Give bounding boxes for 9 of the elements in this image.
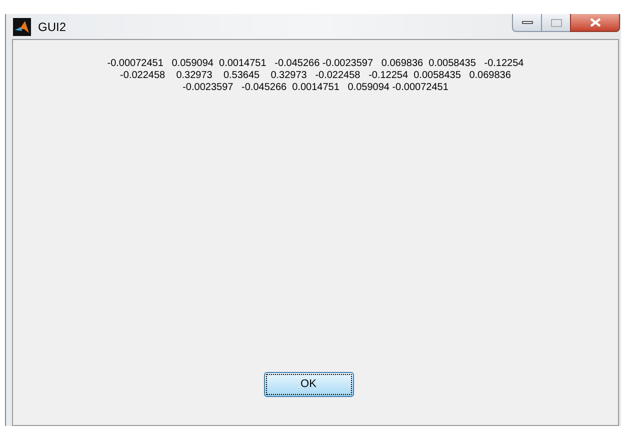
close-icon bbox=[590, 18, 600, 27]
value-line: -0.022458 0.32973 0.53645 0.32973 -0.022458 -0.12254 0.0058435 0.069836 bbox=[120, 70, 511, 82]
minimize-button[interactable] bbox=[512, 14, 542, 32]
close-button[interactable] bbox=[570, 14, 620, 32]
window-title: GUI2 bbox=[38, 18, 66, 36]
app-icon bbox=[13, 18, 31, 36]
value-line: -0.0023597 -0.045266 0.0014751 0.059094 -0.00072451 bbox=[182, 82, 448, 94]
ok-button[interactable]: OK bbox=[264, 372, 354, 397]
value-line: -0.00072451 0.059094 0.0014751 -0.045266 -0.0023597 0.069836 0.0058435 -0.12254 bbox=[107, 58, 524, 70]
